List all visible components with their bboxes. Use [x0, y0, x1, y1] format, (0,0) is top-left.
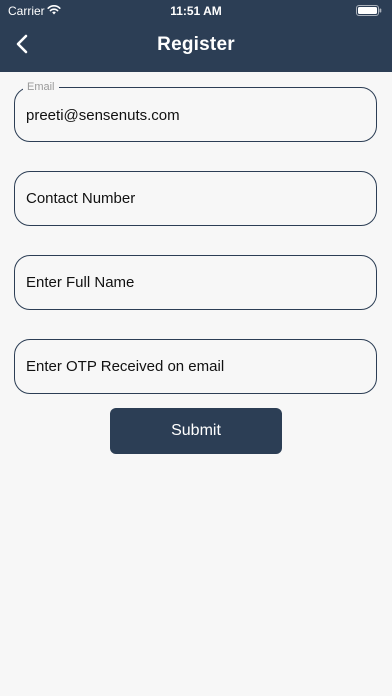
status-bar: Carrier 11:51 AM — [0, 0, 392, 22]
submit-button[interactable]: Submit — [110, 408, 282, 454]
contact-field-container — [14, 171, 377, 226]
full-name-field[interactable] — [26, 256, 366, 309]
contact-number-field[interactable] — [26, 172, 366, 225]
full-name-field-container — [14, 255, 377, 310]
register-screen: Carrier 11:51 AM Register Email preeti@s… — [0, 0, 392, 696]
header: Carrier 11:51 AM Register — [0, 0, 392, 72]
page-title: Register — [157, 34, 235, 55]
otp-field-container — [14, 339, 377, 394]
otp-field[interactable] — [26, 340, 366, 393]
battery-icon — [356, 5, 382, 16]
nav-bar: Register — [0, 22, 392, 72]
email-field-container: Email — [14, 80, 377, 142]
status-time: 11:51 AM — [170, 4, 222, 18]
email-field[interactable] — [26, 89, 366, 142]
